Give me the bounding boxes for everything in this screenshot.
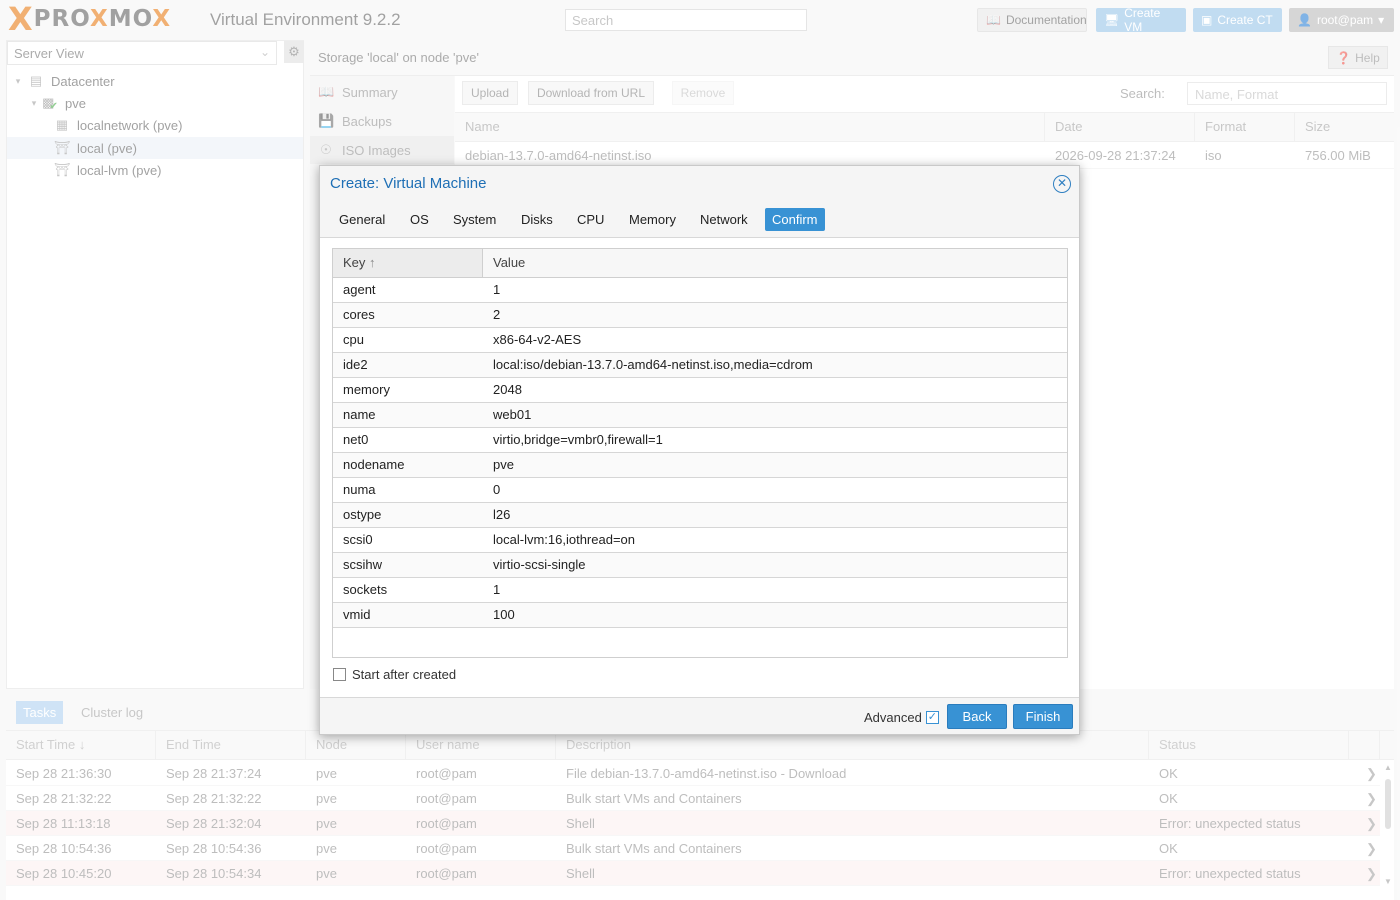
table-row[interactable]: scsihw virtio-scsi-single xyxy=(333,553,1067,578)
config-value: pve xyxy=(493,457,514,472)
tab-memory[interactable]: Memory xyxy=(622,208,683,231)
config-value: 2 xyxy=(493,307,501,322)
table-row[interactable]: net0 virtio,bridge=vmbr0,firewall=1 xyxy=(333,428,1067,453)
config-key: scsihw xyxy=(343,557,383,572)
config-value: x86-64-v2-AES xyxy=(493,332,582,347)
table-row[interactable]: name web01 xyxy=(333,403,1067,428)
config-key: sockets xyxy=(343,582,388,597)
table-row[interactable]: cores 2 xyxy=(333,303,1067,328)
table-row[interactable]: vmid 100 xyxy=(333,603,1067,628)
start-after-created-checkbox[interactable]: Start after created xyxy=(333,667,456,682)
config-value: 0 xyxy=(493,482,501,497)
config-key: memory xyxy=(343,382,390,397)
table-row[interactable]: memory 2048 xyxy=(333,378,1067,403)
table-row[interactable]: scsi0 local-lvm:16,iothread=on xyxy=(333,528,1067,553)
tab-cpu[interactable]: CPU xyxy=(570,208,611,231)
config-key: ostype xyxy=(343,507,382,522)
confirm-panel: Key ↑ Value agent 1 cores 2 cpu x86-64-v2-AES… xyxy=(320,237,1079,698)
table-row[interactable]: numa 0 xyxy=(333,478,1067,503)
dialog-footer: Advanced ✓ Back Finish xyxy=(320,699,1079,734)
checkbox-unchecked[interactable] xyxy=(333,668,346,681)
close-icon[interactable]: ✕ xyxy=(1053,175,1071,193)
tab-confirm[interactable]: Confirm xyxy=(765,208,825,231)
tab-network[interactable]: Network xyxy=(693,208,755,231)
tab-system[interactable]: System xyxy=(446,208,503,231)
config-value: 1 xyxy=(493,582,501,597)
column-header-value[interactable]: Value xyxy=(483,249,1067,277)
tab-os[interactable]: OS xyxy=(403,208,436,231)
config-key: ide2 xyxy=(343,357,368,372)
table-row[interactable]: agent 1 xyxy=(333,278,1067,303)
table-row[interactable]: ide2 local:iso/debian-13.7.0-amd64-netins… xyxy=(333,353,1067,378)
config-summary-grid: Key ↑ Value agent 1 cores 2 cpu x86-64-v2-AES… xyxy=(332,248,1068,658)
create-vm-dialog: Create: Virtual Machine ✕ General OS Sys… xyxy=(319,165,1080,735)
config-key: numa xyxy=(343,482,376,497)
advanced-toggle[interactable]: Advanced ✓ xyxy=(864,710,939,725)
grid-header: Key ↑ Value xyxy=(333,249,1067,278)
config-key: cpu xyxy=(343,332,364,347)
table-row[interactable]: nodename pve xyxy=(333,453,1067,478)
config-key: agent xyxy=(343,282,376,297)
config-value: virtio,bridge=vmbr0,firewall=1 xyxy=(493,432,663,447)
config-value: l26 xyxy=(493,507,511,522)
config-key: cores xyxy=(343,307,375,322)
config-value: 100 xyxy=(493,607,515,622)
config-value: local-lvm:16,iothread=on xyxy=(493,532,635,547)
back-button[interactable]: Back xyxy=(947,704,1007,729)
config-value: virtio-scsi-single xyxy=(493,557,586,572)
tab-general[interactable]: General xyxy=(332,208,392,231)
sort-up-arrow-icon: ↑ xyxy=(369,255,376,270)
table-row[interactable]: cpu x86-64-v2-AES xyxy=(333,328,1067,353)
finish-button[interactable]: Finish xyxy=(1013,704,1073,729)
dialog-title: Create: Virtual Machine xyxy=(330,175,487,192)
table-row[interactable]: sockets 1 xyxy=(333,578,1067,603)
config-key: scsi0 xyxy=(343,532,373,547)
config-key: vmid xyxy=(343,607,371,622)
config-value: web01 xyxy=(493,407,532,422)
config-value: 2048 xyxy=(493,382,522,397)
wizard-tabs: General OS System Disks CPU Memory Netwo… xyxy=(320,206,1079,238)
config-key: nodename xyxy=(343,457,405,472)
checkbox-checked-icon[interactable]: ✓ xyxy=(925,711,939,724)
tab-disks[interactable]: Disks xyxy=(514,208,560,231)
table-row[interactable]: ostype l26 xyxy=(333,503,1067,528)
column-header-key[interactable]: Key ↑ xyxy=(333,249,483,277)
config-key: net0 xyxy=(343,432,369,447)
config-key: name xyxy=(343,407,376,422)
config-value: 1 xyxy=(493,282,501,297)
config-value: local:iso/debian-13.7.0-amd64-netinst.is… xyxy=(493,357,813,372)
